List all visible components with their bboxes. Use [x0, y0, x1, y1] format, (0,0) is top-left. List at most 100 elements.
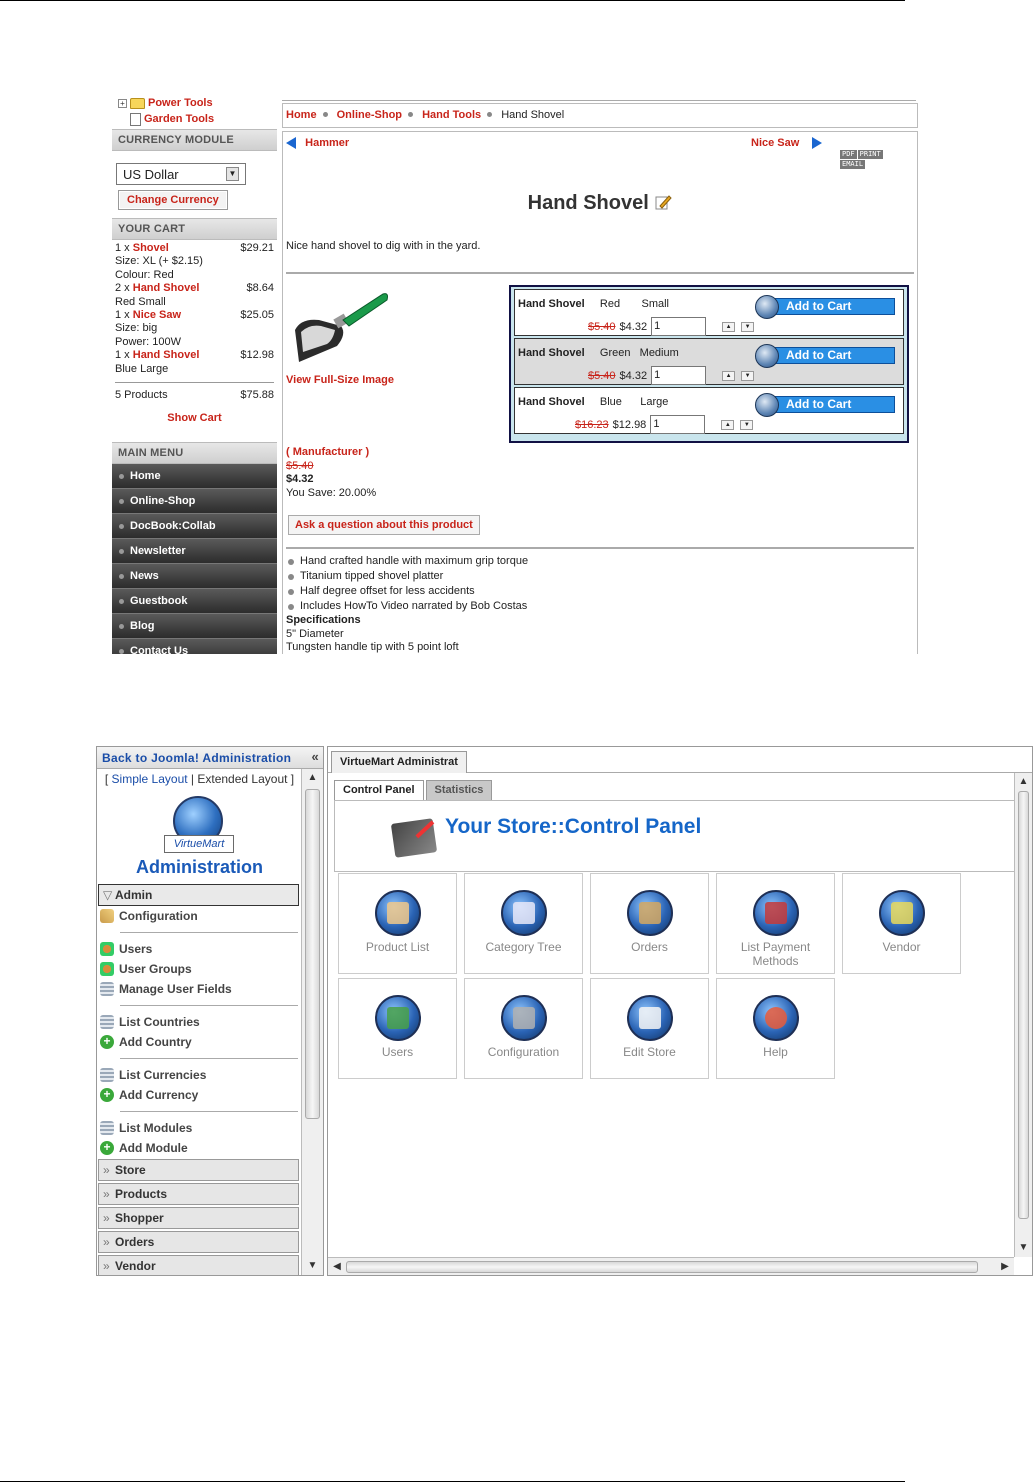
menu-item-label: List Currencies	[119, 1068, 207, 1082]
currency-select[interactable]: US Dollar ▼	[116, 163, 246, 185]
sidebar-scrollbar[interactable]: ▲ ▼	[301, 769, 323, 1275]
shovel-image[interactable]	[291, 290, 391, 368]
expand-icon[interactable]: +	[118, 98, 127, 108]
menu-item-users[interactable]: Users	[100, 939, 300, 959]
manufacturer-link[interactable]: ( Manufacturer )	[286, 446, 376, 460]
pdf-icon[interactable]: PDF	[840, 150, 857, 159]
current-price: $4.32	[286, 473, 314, 485]
breadcrumb-online-shop[interactable]: Online-Shop	[337, 109, 402, 121]
tree-item-garden-tools[interactable]: Garden Tools	[118, 111, 277, 127]
menu-item-label: List Countries	[119, 1015, 200, 1029]
menu-item-add-country[interactable]: + Add Country	[100, 1032, 300, 1052]
tree-item-power-tools[interactable]: + Power Tools	[118, 95, 277, 111]
menu-item-manage-user-fields[interactable]: Manage User Fields	[100, 979, 300, 999]
scrollbar-thumb[interactable]	[1018, 791, 1029, 1219]
tile-category-tree[interactable]: Category Tree	[464, 873, 583, 974]
tile-edit-store[interactable]: Edit Store	[590, 978, 709, 1079]
menu-item-contact-us[interactable]: Contact Us	[112, 638, 277, 654]
menu-item-news[interactable]: News	[112, 563, 277, 589]
change-currency-button[interactable]: Change Currency	[118, 190, 228, 210]
view-full-size-link[interactable]: View Full-Size Image	[286, 374, 394, 386]
tab-control-panel[interactable]: Control Panel	[334, 780, 424, 800]
add-to-cart-button[interactable]: Add to Cart	[755, 344, 895, 368]
scroll-down-icon[interactable]: ▼	[1015, 1239, 1032, 1257]
section-admin[interactable]: ▽ Admin	[98, 884, 299, 906]
scroll-up-icon[interactable]: ▲	[1015, 773, 1032, 791]
quantity-down-icon[interactable]: ▼	[741, 370, 755, 381]
cart-product-link[interactable]: Shovel	[133, 242, 169, 254]
quantity-up-icon[interactable]: ▲	[722, 321, 736, 332]
menu-item-list-currencies[interactable]: List Currencies	[100, 1065, 300, 1085]
quantity-up-icon[interactable]: ▲	[722, 370, 736, 381]
old-price: $5.40	[286, 459, 314, 472]
menu-item-configuration[interactable]: Configuration	[100, 906, 300, 926]
edit-icon[interactable]	[654, 193, 673, 211]
tile-help[interactable]: Help	[716, 978, 835, 1079]
ask-question-button[interactable]: Ask a question about this product	[288, 515, 480, 535]
cart-product-link[interactable]: Nice Saw	[133, 309, 181, 321]
tile-list-payment-methods[interactable]: List Payment Methods	[716, 873, 835, 974]
menu-item-newsletter[interactable]: Newsletter	[112, 538, 277, 564]
section-shopper[interactable]: » Shopper	[98, 1207, 299, 1229]
menu-item-online-shop[interactable]: Online-Shop	[112, 488, 277, 514]
section-orders[interactable]: » Orders	[98, 1231, 299, 1253]
menu-item-home[interactable]: Home	[112, 463, 277, 489]
section-store[interactable]: » Store	[98, 1159, 299, 1181]
tile-users[interactable]: Users	[338, 978, 457, 1079]
add-to-cart-button[interactable]: Add to Cart	[755, 295, 895, 319]
quantity-down-icon[interactable]: ▼	[741, 321, 755, 332]
menu-item-add-currency[interactable]: + Add Currency	[100, 1085, 300, 1105]
print-icon[interactable]: PRINT	[857, 150, 883, 159]
cart-line: 1 x Hand Shovel $12.98 Blue Large	[115, 349, 274, 376]
quantity-input[interactable]: 1	[651, 366, 707, 385]
quantity-input[interactable]: 1	[650, 415, 706, 434]
icon-inner	[764, 902, 787, 924]
simple-layout-link[interactable]: Simple Layout	[112, 772, 188, 786]
breadcrumb-home[interactable]: Home	[286, 109, 317, 121]
variant-size: Large	[640, 396, 669, 408]
email-icon[interactable]: EMAIL	[840, 160, 866, 169]
main-vertical-scrollbar[interactable]: ▲ ▼	[1014, 773, 1032, 1257]
cart-product-link[interactable]: Hand Shovel	[133, 282, 200, 294]
menu-item-docbook[interactable]: DocBook:Collab	[112, 513, 277, 539]
section-products[interactable]: » Products	[98, 1183, 299, 1205]
vendor-icon	[878, 890, 925, 936]
collapse-icon[interactable]: «	[311, 749, 319, 764]
breadcrumb-hand-tools[interactable]: Hand Tools	[422, 109, 481, 121]
tile-product-list[interactable]: Product List	[338, 873, 457, 974]
top-strip	[282, 93, 916, 101]
menu-item-guestbook[interactable]: Guestbook	[112, 588, 277, 614]
menu-item-user-groups[interactable]: User Groups	[100, 959, 300, 979]
next-product-link[interactable]: Nice Saw	[751, 137, 822, 150]
menu-item-label: Configuration	[119, 909, 198, 923]
quantity-input[interactable]: 1	[651, 317, 707, 336]
scroll-left-icon[interactable]: ◀	[328, 1258, 346, 1275]
add-to-cart-button[interactable]: Add to Cart	[755, 393, 895, 417]
menu-item-list-countries[interactable]: List Countries	[100, 1012, 300, 1032]
scroll-up-icon[interactable]: ▲	[302, 769, 323, 787]
scroll-right-icon[interactable]: ▶	[996, 1258, 1014, 1275]
tab-virtuemart-administration[interactable]: VirtueMart Administrat	[331, 751, 467, 773]
main-horizontal-scrollbar[interactable]: ◀ ▶	[328, 1257, 1014, 1275]
menu-item-list-modules[interactable]: List Modules	[100, 1118, 300, 1138]
tile-vendor[interactable]: Vendor	[842, 873, 961, 974]
section-vendor[interactable]: » Vendor	[98, 1255, 299, 1275]
tile-orders[interactable]: Orders	[590, 873, 709, 974]
cart-product-link[interactable]: Hand Shovel	[133, 349, 200, 361]
cart-total-label: 5 Products	[115, 389, 168, 402]
back-to-joomla-link[interactable]: Back to Joomla! Administration «	[97, 747, 323, 769]
menu-item-add-module[interactable]: + Add Module	[100, 1138, 300, 1158]
menu-separator	[120, 1111, 298, 1112]
quantity-up-icon[interactable]: ▲	[721, 419, 735, 430]
show-cart-link[interactable]: Show Cart	[167, 412, 221, 424]
admin-sidebar: Back to Joomla! Administration « [ Simpl…	[96, 746, 324, 1276]
scrollbar-thumb[interactable]	[305, 789, 320, 1119]
prev-product-link[interactable]: Hammer	[286, 137, 349, 150]
tile-configuration[interactable]: Configuration	[464, 978, 583, 1079]
quantity-down-icon[interactable]: ▼	[740, 419, 754, 430]
tab-statistics[interactable]: Statistics	[425, 780, 493, 800]
scroll-down-icon[interactable]: ▼	[302, 1257, 323, 1275]
scrollbar-thumb[interactable]	[346, 1261, 978, 1273]
product-features: Hand crafted handle with maximum grip to…	[286, 554, 528, 654]
menu-item-blog[interactable]: Blog	[112, 613, 277, 639]
